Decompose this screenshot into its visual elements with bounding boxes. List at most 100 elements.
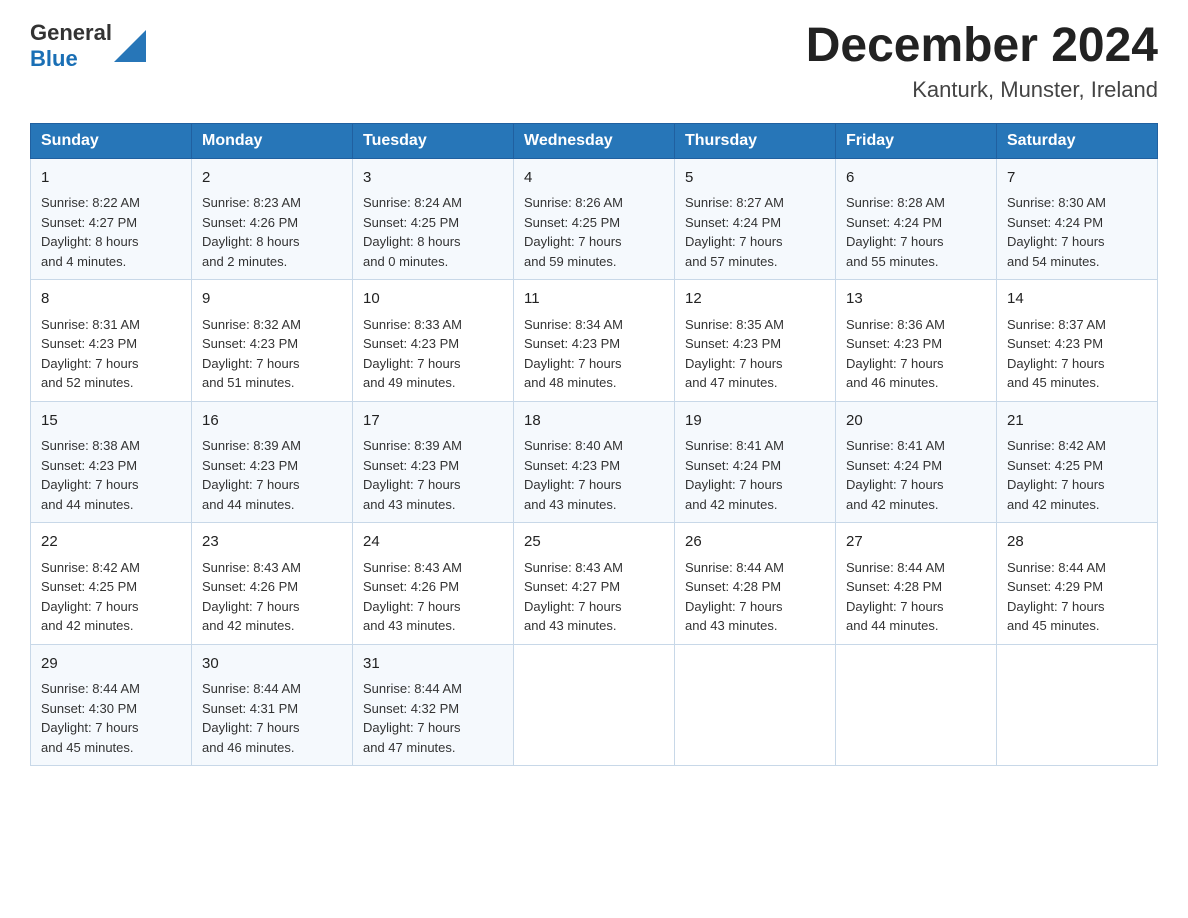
- day-cell-27: 27 Sunrise: 8:44 AMSunset: 4:28 PMDayligh…: [836, 523, 997, 645]
- day-info: Sunrise: 8:44 AMSunset: 4:28 PMDaylight:…: [685, 560, 784, 634]
- day-info: Sunrise: 8:37 AMSunset: 4:23 PMDaylight:…: [1007, 317, 1106, 391]
- day-cell-19: 19 Sunrise: 8:41 AMSunset: 4:24 PMDayligh…: [675, 401, 836, 523]
- day-cell-17: 17Sunrise: 8:39 AMSunset: 4:23 PMDayligh…: [353, 401, 514, 523]
- week-row-3: 15Sunrise: 8:38 AMSunset: 4:23 PMDayligh…: [31, 401, 1158, 523]
- day-number: 14: [1007, 288, 1147, 311]
- day-number: 15: [41, 410, 181, 433]
- day-number: 19: [685, 410, 825, 433]
- day-cell-2: 2Sunrise: 8:23 AMSunset: 4:26 PMDaylight…: [192, 158, 353, 280]
- day-cell-18: 18 Sunrise: 8:40 AMSunset: 4:23 PMDayligh…: [514, 401, 675, 523]
- day-number: 26: [685, 531, 825, 554]
- day-number: 7: [1007, 167, 1147, 190]
- day-cell-10: 10 Sunrise: 8:33 AMSunset: 4:23 PMDayligh…: [353, 280, 514, 402]
- day-number: 13: [846, 288, 986, 311]
- day-info: Sunrise: 8:22 AMSunset: 4:27 PMDaylight:…: [41, 195, 140, 269]
- header-thursday: Thursday: [675, 123, 836, 158]
- header-row: SundayMondayTuesdayWednesdayThursdayFrid…: [31, 123, 1158, 158]
- day-cell-20: 20 Sunrise: 8:41 AMSunset: 4:24 PMDayligh…: [836, 401, 997, 523]
- day-info: Sunrise: 8:27 AMSunset: 4:24 PMDaylight:…: [685, 195, 784, 269]
- day-number: 9: [202, 288, 342, 311]
- day-number: 3: [363, 167, 503, 190]
- day-cell-23: 23 Sunrise: 8:43 AMSunset: 4:26 PMDayligh…: [192, 523, 353, 645]
- day-number: 27: [846, 531, 986, 554]
- day-number: 24: [363, 531, 503, 554]
- day-cell-24: 24 Sunrise: 8:43 AMSunset: 4:26 PMDayligh…: [353, 523, 514, 645]
- logo-general: General: [30, 20, 112, 45]
- day-number: 22: [41, 531, 181, 554]
- day-cell-16: 16 Sunrise: 8:39 AMSunset: 4:23 PMDayligh…: [192, 401, 353, 523]
- day-cell-30: 30Sunrise: 8:44 AMSunset: 4:31 PMDayligh…: [192, 644, 353, 766]
- day-number: 5: [685, 167, 825, 190]
- day-number: 29: [41, 653, 181, 676]
- day-info: Sunrise: 8:40 AMSunset: 4:23 PMDaylight:…: [524, 438, 623, 512]
- day-info: Sunrise: 8:43 AMSunset: 4:26 PMDaylight:…: [202, 560, 301, 634]
- logo-text: General Blue: [30, 20, 112, 73]
- empty-cell: [997, 644, 1158, 766]
- day-number: 28: [1007, 531, 1147, 554]
- day-number: 2: [202, 167, 342, 190]
- day-cell-12: 12 Sunrise: 8:35 AMSunset: 4:23 PMDayligh…: [675, 280, 836, 402]
- day-cell-29: 29Sunrise: 8:44 AMSunset: 4:30 PMDayligh…: [31, 644, 192, 766]
- day-cell-8: 8 Sunrise: 8:31 AMSunset: 4:23 PMDaylight…: [31, 280, 192, 402]
- day-number: 20: [846, 410, 986, 433]
- day-number: 10: [363, 288, 503, 311]
- empty-cell: [514, 644, 675, 766]
- day-info: Sunrise: 8:44 AMSunset: 4:29 PMDaylight:…: [1007, 560, 1106, 634]
- week-row-2: 8 Sunrise: 8:31 AMSunset: 4:23 PMDaylight…: [31, 280, 1158, 402]
- day-number: 11: [524, 288, 664, 311]
- day-cell-21: 21Sunrise: 8:42 AMSunset: 4:25 PMDayligh…: [997, 401, 1158, 523]
- empty-cell: [836, 644, 997, 766]
- empty-cell: [675, 644, 836, 766]
- day-number: 6: [846, 167, 986, 190]
- day-cell-13: 13 Sunrise: 8:36 AMSunset: 4:23 PMDayligh…: [836, 280, 997, 402]
- day-info: Sunrise: 8:41 AMSunset: 4:24 PMDaylight:…: [846, 438, 945, 512]
- day-number: 23: [202, 531, 342, 554]
- day-info: Sunrise: 8:41 AMSunset: 4:24 PMDaylight:…: [685, 438, 784, 512]
- day-number: 25: [524, 531, 664, 554]
- header-friday: Friday: [836, 123, 997, 158]
- day-number: 18: [524, 410, 664, 433]
- day-cell-7: 7 Sunrise: 8:30 AMSunset: 4:24 PMDaylight…: [997, 158, 1158, 280]
- calendar-table: SundayMondayTuesdayWednesdayThursdayFrid…: [30, 123, 1158, 767]
- day-info: Sunrise: 8:42 AMSunset: 4:25 PMDaylight:…: [41, 560, 140, 634]
- day-info: Sunrise: 8:43 AMSunset: 4:27 PMDaylight:…: [524, 560, 623, 634]
- day-cell-1: 1 Sunrise: 8:22 AMSunset: 4:27 PMDaylight…: [31, 158, 192, 280]
- day-number: 16: [202, 410, 342, 433]
- title-block: December 2024 Kanturk, Munster, Ireland: [806, 20, 1158, 103]
- day-info: Sunrise: 8:30 AMSunset: 4:24 PMDaylight:…: [1007, 195, 1106, 269]
- day-cell-31: 31 Sunrise: 8:44 AMSunset: 4:32 PMDayligh…: [353, 644, 514, 766]
- day-info: Sunrise: 8:44 AMSunset: 4:28 PMDaylight:…: [846, 560, 945, 634]
- day-info: Sunrise: 8:33 AMSunset: 4:23 PMDaylight:…: [363, 317, 462, 391]
- logo-blue: Blue: [30, 46, 78, 71]
- day-cell-25: 25 Sunrise: 8:43 AMSunset: 4:27 PMDayligh…: [514, 523, 675, 645]
- header-wednesday: Wednesday: [514, 123, 675, 158]
- header-saturday: Saturday: [997, 123, 1158, 158]
- day-info: Sunrise: 8:39 AMSunset: 4:23 PMDaylight:…: [202, 438, 301, 512]
- day-cell-6: 6 Sunrise: 8:28 AMSunset: 4:24 PMDaylight…: [836, 158, 997, 280]
- day-number: 1: [41, 167, 181, 190]
- day-info: Sunrise: 8:24 AMSunset: 4:25 PMDaylight:…: [363, 195, 462, 269]
- day-cell-3: 3 Sunrise: 8:24 AMSunset: 4:25 PMDaylight…: [353, 158, 514, 280]
- day-cell-26: 26 Sunrise: 8:44 AMSunset: 4:28 PMDayligh…: [675, 523, 836, 645]
- day-info: Sunrise: 8:44 AMSunset: 4:32 PMDaylight:…: [363, 681, 462, 755]
- day-cell-11: 11 Sunrise: 8:34 AMSunset: 4:23 PMDayligh…: [514, 280, 675, 402]
- day-number: 12: [685, 288, 825, 311]
- day-info: Sunrise: 8:39 AMSunset: 4:23 PMDaylight:…: [363, 438, 462, 512]
- week-row-4: 22 Sunrise: 8:42 AMSunset: 4:25 PMDayligh…: [31, 523, 1158, 645]
- day-info: Sunrise: 8:31 AMSunset: 4:23 PMDaylight:…: [41, 317, 140, 391]
- day-info: Sunrise: 8:35 AMSunset: 4:23 PMDaylight:…: [685, 317, 784, 391]
- logo: General Blue: [30, 20, 146, 73]
- page-title: December 2024: [806, 20, 1158, 73]
- day-info: Sunrise: 8:43 AMSunset: 4:26 PMDaylight:…: [363, 560, 462, 634]
- logo-icon: [114, 30, 146, 62]
- day-info: Sunrise: 8:42 AMSunset: 4:25 PMDaylight:…: [1007, 438, 1106, 512]
- day-number: 8: [41, 288, 181, 311]
- day-info: Sunrise: 8:36 AMSunset: 4:23 PMDaylight:…: [846, 317, 945, 391]
- day-info: Sunrise: 8:34 AMSunset: 4:23 PMDaylight:…: [524, 317, 623, 391]
- day-info: Sunrise: 8:26 AMSunset: 4:25 PMDaylight:…: [524, 195, 623, 269]
- header-tuesday: Tuesday: [353, 123, 514, 158]
- week-row-1: 1 Sunrise: 8:22 AMSunset: 4:27 PMDaylight…: [31, 158, 1158, 280]
- day-number: 31: [363, 653, 503, 676]
- day-info: Sunrise: 8:28 AMSunset: 4:24 PMDaylight:…: [846, 195, 945, 269]
- header-sunday: Sunday: [31, 123, 192, 158]
